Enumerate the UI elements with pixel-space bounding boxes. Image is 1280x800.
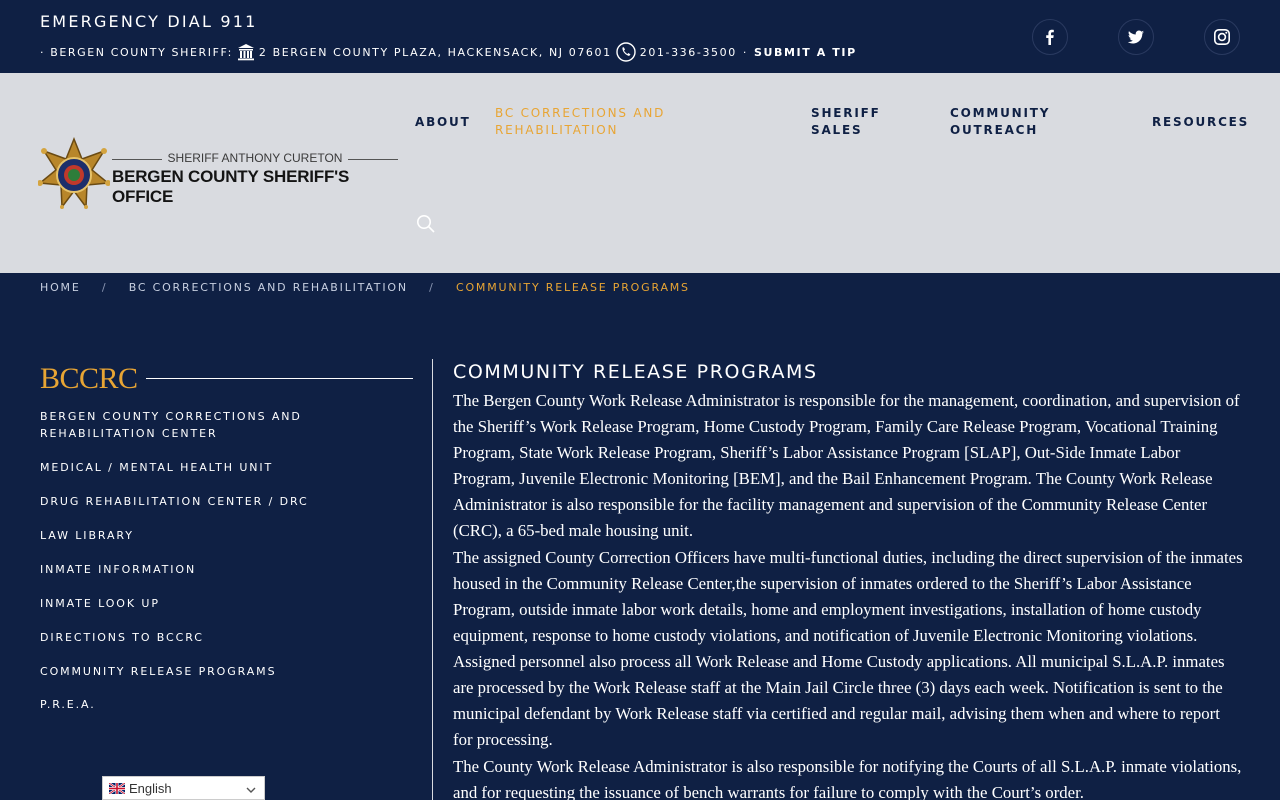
- chevron-down-icon: [246, 783, 256, 798]
- building-icon: [237, 43, 255, 61]
- nav-bc-corrections[interactable]: BC CORRECTIONS AND REHABILITATION: [495, 105, 665, 139]
- phone-icon: [616, 42, 636, 62]
- sidebar-item-medical[interactable]: MEDICAL / MENTAL HEALTH UNIT: [40, 459, 273, 476]
- content-paragraph: The Bergen County Work Release Administr…: [453, 391, 1240, 540]
- separator-dot: ·: [742, 45, 748, 59]
- content-paragraph: The assigned County Correction Officers …: [453, 548, 1243, 749]
- content-body: The Bergen County Work Release Administr…: [453, 388, 1243, 800]
- sidebar-title-rule: [146, 378, 413, 379]
- nav-community-outreach[interactable]: COMMUNITY OUTREACH: [950, 105, 1050, 139]
- sidebar-item-prea[interactable]: P.R.E.A.: [40, 696, 96, 713]
- nav-resources-label: RESOURCES: [1152, 115, 1250, 129]
- nav-sheriff-sales[interactable]: SHERIFF SALES: [811, 105, 881, 139]
- sidebar-item-label: BERGEN COUNTY CORRECTIONS AND: [40, 410, 302, 423]
- breadcrumb-current: COMMUNITY RELEASE PROGRAMS: [455, 281, 690, 294]
- nav-outreach-label-2: OUTREACH: [950, 123, 1039, 137]
- nav-sales-label-1: SHERIFF: [811, 106, 881, 120]
- twitter-icon[interactable]: [1118, 19, 1154, 55]
- sidebar-item-inmate-look-up[interactable]: INMATE LOOK UP: [40, 595, 160, 612]
- nav-resources[interactable]: RESOURCES: [1152, 114, 1249, 131]
- sidebar-item-label: MEDICAL / MENTAL HEALTH UNIT: [40, 461, 274, 474]
- site-header: SHERIFF ANTHONY CURETON BERGEN COUNTY SH…: [0, 73, 1280, 273]
- content-divider: [432, 359, 433, 800]
- language-selector[interactable]: English: [102, 776, 265, 800]
- sidebar-item-label: DRUG REHABILITATION CENTER / DRC: [40, 495, 309, 508]
- address-text: 2 BERGEN COUNTY PLAZA, HACKENSACK, NJ 07…: [258, 45, 612, 59]
- emergency-text: EMERGENCY DIAL 911: [40, 12, 258, 31]
- sidebar-item-label: INMATE INFORMATION: [40, 563, 197, 576]
- contact-line: · BERGEN COUNTY SHERIFF: 2 BERGEN COUNTY…: [40, 42, 857, 62]
- logo-subtitle: SHERIFF ANTHONY CURETON: [112, 151, 398, 165]
- search-icon[interactable]: [416, 214, 436, 234]
- sidebar-title: BCCRC: [40, 362, 138, 395]
- logo-title: BERGEN COUNTY SHERIFF'S OFFICE: [112, 167, 350, 206]
- nav-outreach-label-1: COMMUNITY: [950, 106, 1051, 120]
- sidebar-item-label: DIRECTIONS TO BCCRC: [40, 631, 204, 644]
- nav-about-label: ABOUT: [415, 115, 471, 129]
- sidebar-item-label: COMMUNITY RELEASE PROGRAMS: [40, 665, 277, 678]
- content-paragraph: The County Work Release Administrator is…: [453, 757, 1242, 800]
- sidebar-item-community-release[interactable]: COMMUNITY RELEASE PROGRAMS: [40, 663, 276, 680]
- top-bar: EMERGENCY DIAL 911 · BERGEN COUNTY SHERI…: [0, 0, 1280, 73]
- site-logo[interactable]: SHERIFF ANTHONY CURETON BERGEN COUNTY SH…: [38, 137, 403, 209]
- sidebar-item-inmate-information[interactable]: INMATE INFORMATION: [40, 561, 196, 578]
- nav-sales-label-2: SALES: [811, 123, 863, 137]
- sidebar-item-label: LAW LIBRARY: [40, 529, 134, 542]
- sidebar-item-bccrc[interactable]: BERGEN COUNTY CORRECTIONS AND REHABILITA…: [40, 408, 302, 442]
- language-label: English: [129, 780, 172, 796]
- sidebar-item-drug-rehab[interactable]: DRUG REHABILITATION CENTER / DRC: [40, 493, 309, 510]
- nav-corrections-label-1: BC CORRECTIONS AND: [495, 106, 666, 120]
- sheriff-label: · BERGEN COUNTY SHERIFF:: [40, 45, 233, 59]
- sidebar-item-label: REHABILITATION CENTER: [40, 427, 218, 440]
- breadcrumb-separator: /: [101, 281, 108, 294]
- submit-tip-link[interactable]: SUBMIT A TIP: [754, 46, 857, 59]
- phone-number[interactable]: 201-336-3500: [640, 46, 737, 59]
- sidebar-item-label: INMATE LOOK UP: [40, 597, 160, 610]
- breadcrumb: HOME / BC CORRECTIONS AND REHABILITATION…: [40, 281, 690, 294]
- facebook-icon[interactable]: [1032, 19, 1068, 55]
- nav-corrections-label-2: REHABILITATION: [495, 123, 619, 137]
- breadcrumb-separator: /: [429, 281, 435, 294]
- sheriff-badge-icon: [38, 137, 110, 209]
- uk-flag-icon: [109, 782, 125, 794]
- sidebar-item-label: P.R.E.A.: [40, 698, 96, 711]
- breadcrumb-home[interactable]: HOME: [40, 281, 81, 294]
- page-title: COMMUNITY RELEASE PROGRAMS: [453, 361, 818, 383]
- instagram-icon[interactable]: [1204, 19, 1240, 55]
- nav-about[interactable]: ABOUT: [415, 114, 471, 131]
- breadcrumb-section[interactable]: BC CORRECTIONS AND REHABILITATION: [129, 281, 408, 294]
- sidebar-item-directions[interactable]: DIRECTIONS TO BCCRC: [40, 629, 204, 646]
- sidebar-item-law-library[interactable]: LAW LIBRARY: [40, 527, 134, 544]
